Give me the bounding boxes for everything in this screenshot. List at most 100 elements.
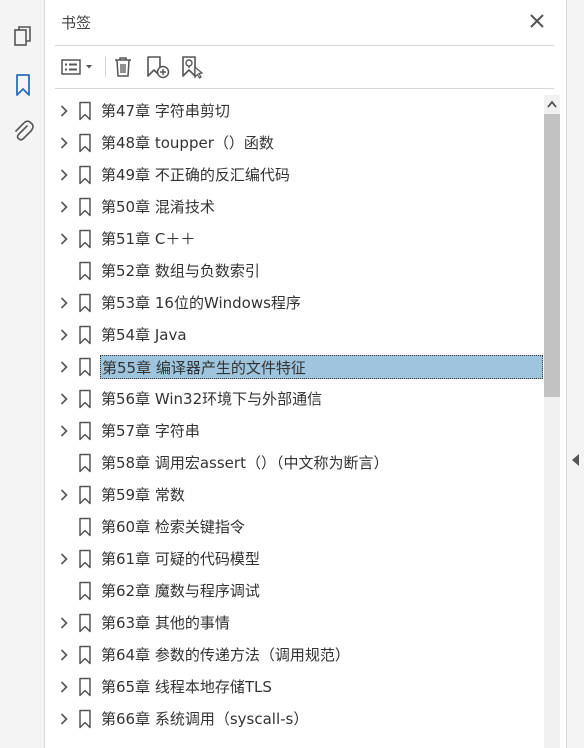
bookmark-row[interactable]: 第66章 系统调用（syscall-s） (45, 703, 544, 735)
expand-toggle[interactable] (57, 712, 71, 726)
bookmark-row[interactable]: 第61章 可疑的代码模型 (45, 543, 544, 575)
bookmark-row[interactable]: 第51章 C＋＋ (45, 223, 544, 255)
chevron-right-icon (60, 489, 68, 501)
bookmark-row[interactable]: 第57章 字符串 (45, 415, 544, 447)
expand-toggle[interactable] (57, 424, 71, 438)
bookmark-label[interactable]: 第50章 混淆技术 (100, 195, 217, 219)
chevron-right-icon (60, 233, 68, 245)
bookmark-icon (78, 549, 92, 569)
new-bookmark-button[interactable] (144, 53, 172, 81)
bookmark-row[interactable]: 第50章 混淆技术 (45, 191, 544, 223)
expand-toggle[interactable] (57, 200, 71, 214)
expand-toggle[interactable] (57, 680, 71, 694)
expand-toggle[interactable] (57, 648, 71, 662)
bookmark-label[interactable]: 第60章 检索关键指令 (100, 515, 247, 539)
bookmark-row[interactable]: 第47章 字符串剪切 (45, 95, 544, 127)
right-panel-strip (566, 0, 584, 748)
bookmark-row[interactable]: 第55章 编译器产生的文件特征 (45, 351, 544, 383)
bookmark-icon (78, 485, 92, 505)
toolbar-divider (55, 88, 554, 89)
left-navigation-rail (0, 0, 45, 748)
bookmark-row[interactable]: 第63章 其他的事情 (45, 607, 544, 639)
bookmark-label[interactable]: 第56章 Win32环境下与外部通信 (100, 387, 324, 411)
bookmark-label[interactable]: 第59章 常数 (100, 483, 187, 507)
bookmark-row[interactable]: 第65章 线程本地存储TLS (45, 671, 544, 703)
chevron-right-icon (60, 425, 68, 437)
bookmark-tree: 第47章 字符串剪切第48章 toupper（）函数 第49章 不正确的反汇编代码… (45, 95, 544, 748)
bookmark-row[interactable]: 第49章 不正确的反汇编代码 (45, 159, 544, 191)
chevron-right-icon (60, 297, 68, 309)
delete-bookmark-button[interactable] (111, 53, 135, 81)
bookmark-row[interactable]: 第52章 数组与负数索引 (45, 255, 544, 287)
bookmark-row[interactable]: 第60章 检索关键指令 (45, 511, 544, 543)
bookmark-label[interactable]: 第48章 toupper（）函数 (100, 131, 276, 155)
bookmark-row[interactable]: 第53章 16位的Windows程序 (45, 287, 544, 319)
bookmark-label[interactable]: 第53章 16位的Windows程序 (100, 291, 303, 315)
vertical-scrollbar[interactable] (544, 95, 560, 748)
bookmark-label[interactable]: 第58章 调用宏assert（）（中文称为断言） (100, 451, 390, 475)
bookmark-icon (78, 197, 92, 217)
bookmark-label[interactable]: 第65章 线程本地存储TLS (100, 675, 274, 699)
bookmark-panel-icon (16, 74, 30, 96)
expand-toggle[interactable] (57, 168, 71, 182)
bookmark-row[interactable]: 第62章 魔数与程序调试 (45, 575, 544, 607)
bookmarks-panel: 书签 第47章 字符串剪切 第48章 toupper（）函数 第49章 不正确的… (45, 0, 566, 748)
scroll-thumb[interactable] (544, 114, 560, 397)
chevron-right-icon (60, 361, 68, 373)
expand-toggle[interactable] (57, 616, 71, 630)
bookmark-label[interactable]: 第66章 系统调用（syscall-s） (100, 707, 310, 731)
bookmark-row[interactable]: 第64章 参数的传递方法（调用规范） (45, 639, 544, 671)
options-menu-icon (61, 59, 92, 75)
expand-toggle[interactable] (57, 392, 71, 406)
toolbar-separator (105, 57, 106, 77)
bookmark-label[interactable]: 第49章 不正确的反汇编代码 (100, 163, 292, 187)
bookmark-icon (78, 613, 92, 633)
bookmark-label[interactable]: 第47章 字符串剪切 (100, 99, 232, 123)
expand-toggle[interactable] (57, 360, 71, 374)
bookmark-label[interactable]: 第51章 C＋＋ (100, 227, 197, 251)
header-divider (55, 45, 554, 46)
chevron-right-icon (60, 553, 68, 565)
chevron-right-icon (60, 681, 68, 693)
close-panel-button[interactable] (526, 10, 548, 32)
bookmark-label[interactable]: 第62章 魔数与程序调试 (100, 579, 262, 603)
expand-toggle[interactable] (57, 328, 71, 342)
bookmark-label[interactable]: 第61章 可疑的代码模型 (100, 547, 262, 571)
bookmark-row[interactable]: 第54章 Java (45, 319, 544, 351)
scroll-up-button[interactable] (544, 95, 560, 113)
panel-header: 书签 (45, 0, 566, 46)
bookmark-label[interactable]: 第63章 其他的事情 (100, 611, 232, 635)
attachments-button[interactable] (8, 115, 38, 145)
bookmark-icon (78, 645, 92, 665)
bookmark-row[interactable]: 第48章 toupper（）函数 (45, 127, 544, 159)
chevron-right-icon (60, 649, 68, 661)
bookmark-icon (78, 165, 92, 185)
bookmark-label[interactable]: 第64章 参数的传递方法（调用规范） (100, 643, 352, 667)
chevron-right-icon (60, 393, 68, 405)
triangle-left-icon (572, 454, 579, 466)
bookmarks-button[interactable] (8, 70, 38, 100)
pages-button[interactable] (8, 22, 38, 52)
options-menu-button[interactable] (59, 53, 97, 81)
bookmarks-toolbar (45, 47, 566, 87)
bookmark-label[interactable]: 第54章 Java (100, 323, 189, 347)
bookmark-row[interactable]: 第59章 常数 (45, 479, 544, 511)
panel-title: 书签 (61, 14, 92, 32)
collapse-panel-button[interactable] (571, 452, 581, 468)
expand-toggle[interactable] (57, 552, 71, 566)
bookmark-icon (78, 581, 92, 601)
expand-current-bookmark-button[interactable] (179, 53, 207, 81)
attachment-icon (15, 120, 34, 141)
expand-toggle[interactable] (57, 136, 71, 150)
expand-toggle[interactable] (57, 104, 71, 118)
bookmark-icon (78, 421, 92, 441)
expand-toggle[interactable] (57, 232, 71, 246)
bookmark-label[interactable]: 第55章 编译器产生的文件特征 (100, 355, 543, 379)
bookmark-row[interactable]: 第56章 Win32环境下与外部通信 (45, 383, 544, 415)
bookmark-label[interactable]: 第57章 字符串 (100, 419, 202, 443)
bookmark-label[interactable]: 第52章 数组与负数索引 (100, 259, 262, 283)
expand-toggle[interactable] (57, 296, 71, 310)
expand-toggle[interactable] (57, 488, 71, 502)
bookmark-icon (78, 293, 92, 313)
bookmark-row[interactable]: 第58章 调用宏assert（）（中文称为断言） (45, 447, 544, 479)
